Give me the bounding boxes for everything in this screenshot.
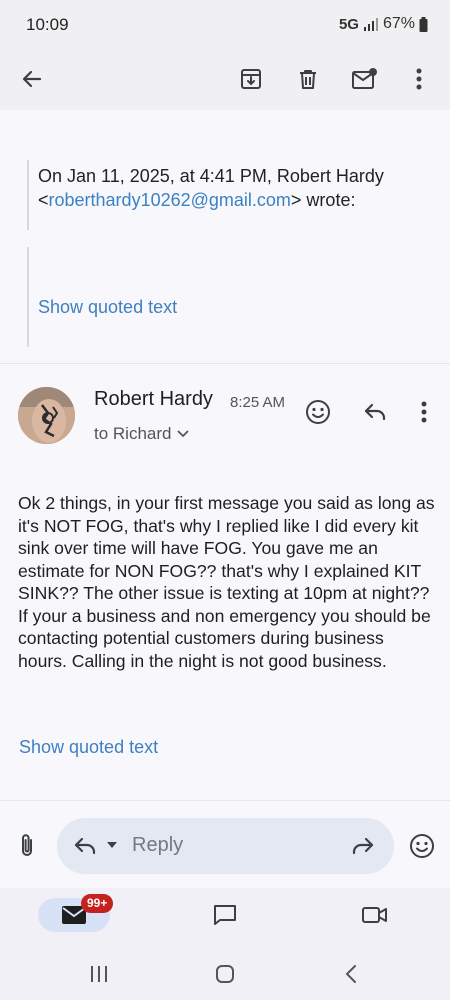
mark-unread-icon[interactable] bbox=[345, 59, 385, 99]
home-icon[interactable] bbox=[210, 959, 240, 989]
avatar[interactable] bbox=[18, 387, 75, 444]
quote-bar-2 bbox=[27, 247, 29, 347]
mail-badge: 99+ bbox=[81, 894, 114, 913]
battery-icon bbox=[419, 16, 428, 32]
message-more-icon[interactable] bbox=[404, 392, 444, 432]
network-type: 5G bbox=[338, 15, 359, 33]
more-vert-icon[interactable] bbox=[399, 59, 439, 99]
signal-icon bbox=[363, 17, 379, 31]
reply-placeholder: Reply bbox=[132, 834, 184, 856]
quoted-header: On Jan 11, 2025, at 4:41 PM, Robert Hard… bbox=[38, 164, 428, 212]
reply-mode-icon[interactable] bbox=[71, 832, 99, 860]
quote-bar bbox=[27, 160, 29, 230]
recent-apps-icon[interactable] bbox=[84, 959, 114, 989]
status-time: 10:09 bbox=[26, 15, 69, 34]
meet-video-icon[interactable] bbox=[360, 900, 390, 930]
caret-down-icon[interactable] bbox=[105, 840, 119, 854]
show-quoted-text-link[interactable]: Show quoted text bbox=[38, 297, 177, 318]
chat-icon[interactable] bbox=[210, 900, 240, 930]
reply-bar: Reply bbox=[0, 800, 450, 888]
bottom-nav: 99+ bbox=[0, 888, 450, 946]
system-nav-bar bbox=[0, 946, 450, 1000]
trash-icon[interactable] bbox=[288, 59, 328, 99]
attachment-icon[interactable] bbox=[10, 829, 44, 863]
top-toolbar bbox=[0, 48, 450, 110]
emoji-icon[interactable] bbox=[404, 828, 440, 864]
reply-icon[interactable] bbox=[355, 392, 395, 432]
back-nav-icon[interactable] bbox=[336, 959, 366, 989]
emoji-react-icon[interactable] bbox=[298, 392, 338, 432]
status-indicators: 5G 67% bbox=[339, 15, 428, 33]
quoted-header-suffix: > wrote: bbox=[290, 190, 356, 210]
message-divider bbox=[0, 363, 450, 364]
chevron-down-icon bbox=[177, 430, 190, 438]
recipient-toggle[interactable]: to Richard bbox=[94, 424, 190, 444]
back-arrow-icon[interactable] bbox=[12, 59, 52, 99]
archive-icon[interactable] bbox=[231, 59, 271, 99]
reply-field[interactable]: Reply bbox=[57, 818, 394, 874]
recipient-label: to Richard bbox=[94, 424, 172, 443]
forward-icon[interactable] bbox=[348, 831, 378, 861]
status-bar: 10:09 5G 67% bbox=[0, 0, 450, 48]
message-body: Ok 2 things, in your first message you s… bbox=[18, 493, 435, 671]
battery-percent: 67% bbox=[382, 15, 415, 32]
message-time: 8:25 AM bbox=[230, 394, 286, 411]
sender-name[interactable]: Robert Hardy bbox=[94, 388, 213, 411]
quoted-email-link[interactable]: roberthardy10262@gmail.com bbox=[49, 190, 291, 210]
show-quoted-text-link-2[interactable]: Show quoted text bbox=[19, 737, 158, 758]
